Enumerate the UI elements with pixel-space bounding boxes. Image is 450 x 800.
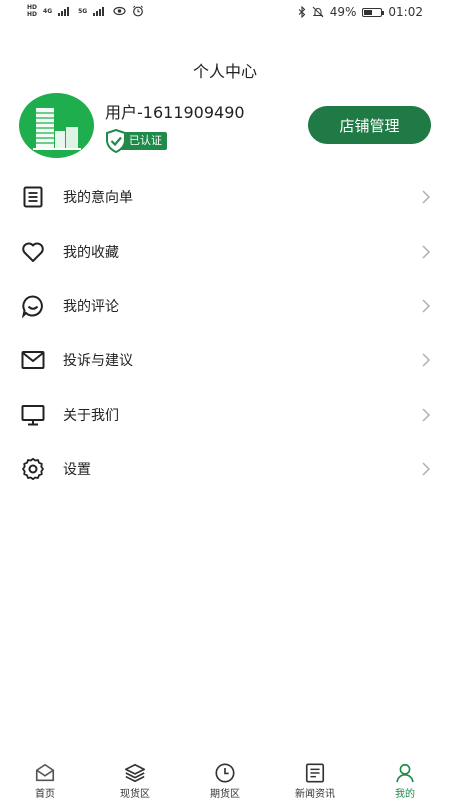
document-list-icon [21,185,45,209]
nav-label: 期货区 [210,789,240,800]
person-icon [396,763,414,783]
nav-tab-futures[interactable]: 期货区 [180,758,270,800]
bottom-nav: 首页 现货区 期货区 新闻资讯 我的 [0,758,450,800]
menu-item-intention-list[interactable]: 我的意向单 [0,170,450,224]
nav-label: 我的 [395,789,415,800]
hd-label-1: HD [27,4,38,11]
signal-bars-icon [93,6,107,16]
alarm-icon [133,5,144,17]
menu-item-about-us[interactable]: 关于我们 [0,388,450,442]
chevron-right-icon [422,245,431,259]
menu-item-favorites[interactable]: 我的收藏 [0,224,450,278]
verified-badge: 已认证 [105,129,167,153]
nav-label: 首页 [35,789,55,800]
chevron-right-icon [422,408,431,422]
network-type-1: 4G [43,7,53,15]
home-icon [35,763,55,782]
menu-item-label: 关于我们 [63,407,119,424]
chevron-right-icon [422,353,431,367]
mute-bell-icon [312,6,324,18]
menu-item-label: 设置 [63,462,91,479]
status-right: 49% 01:02 [298,5,423,19]
signal-bars-icon [58,6,72,16]
building-logo-icon [33,108,81,150]
status-left: HD HD 4G 5G [27,4,144,18]
monitor-icon [21,403,45,427]
menu-item-label: 投诉与建议 [63,353,133,370]
menu-item-settings[interactable]: 设置 [0,442,450,496]
status-bar: HD HD 4G 5G 49% 01:02 [0,0,450,24]
clock-time: 01:02 [388,5,423,19]
nav-tab-mine[interactable]: 我的 [360,758,450,800]
nav-tab-home[interactable]: 首页 [0,758,90,800]
chevron-right-icon [422,462,431,476]
chevron-right-icon [422,299,431,313]
avatar[interactable] [19,93,94,158]
battery-percent: 49% [329,5,357,19]
network-type-2: 5G [78,7,88,15]
username: 用户-1611909490 [105,103,245,122]
chevron-right-icon [422,190,431,204]
menu-item-label: 我的意向单 [63,190,133,207]
menu-item-complaints[interactable]: 投诉与建议 [0,333,450,387]
menu-item-label: 我的收藏 [63,244,119,261]
clock-icon [215,763,235,783]
layers-icon [125,763,145,783]
battery-icon [362,7,385,17]
network-hd-label: HD HD [27,4,37,18]
page-title: 个人中心 [192,62,257,81]
hd-label-2: HD [27,11,38,18]
shield-check-icon [106,129,126,153]
menu-list: 我的意向单 我的收藏 我的评论 投诉与建议 关于我们 设置 [0,170,450,496]
heart-icon [21,240,45,264]
news-icon [305,763,325,783]
envelope-icon [21,348,45,372]
gear-icon [21,457,45,481]
nav-label: 现货区 [120,789,150,800]
eye-icon [113,6,126,16]
menu-item-comments[interactable]: 我的评论 [0,279,450,333]
nav-tab-spot[interactable]: 现货区 [90,758,180,800]
bluetooth-icon [298,6,306,18]
menu-item-label: 我的评论 [63,298,119,315]
comment-smile-icon [21,294,45,318]
nav-label: 新闻资讯 [295,789,335,800]
store-management-button[interactable]: 店铺管理 [308,106,431,144]
nav-tab-news[interactable]: 新闻资讯 [270,758,360,800]
